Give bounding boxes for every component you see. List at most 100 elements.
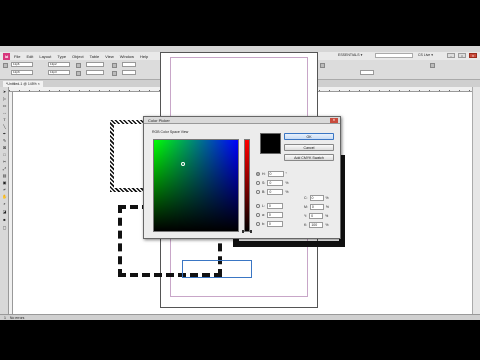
menu-edit[interactable]: Edit xyxy=(26,54,33,59)
free-transform-tool-icon[interactable]: ⤢ xyxy=(1,166,8,171)
corner-size-field[interactable] xyxy=(360,70,374,75)
lab-b-radio[interactable] xyxy=(256,222,260,226)
scale-icon[interactable] xyxy=(76,63,81,68)
brightness-radio[interactable] xyxy=(256,190,260,194)
maximize-icon[interactable]: □ xyxy=(458,53,466,58)
current-color-swatch xyxy=(260,133,281,154)
minimize-icon[interactable]: – xyxy=(447,53,455,58)
gradient-tool-icon[interactable]: ▤ xyxy=(1,173,8,178)
selection-bounding-box[interactable] xyxy=(182,260,252,278)
status-bar: 1 No errors xyxy=(0,314,480,320)
color-field-marker[interactable] xyxy=(181,162,185,166)
page-number[interactable]: 1 xyxy=(4,316,6,320)
cyan-unit: % xyxy=(325,196,329,200)
menu-view[interactable]: View xyxy=(105,54,114,59)
vertical-scrollbar[interactable] xyxy=(472,87,480,314)
shear-icon[interactable] xyxy=(112,71,117,76)
corner-icon[interactable] xyxy=(320,63,325,68)
magenta-row: M: 0 % xyxy=(304,204,329,210)
y-position-field[interactable]: 12p6 xyxy=(11,70,33,75)
yellow-unit: % xyxy=(325,214,329,218)
brightness-field[interactable]: 0 xyxy=(267,189,284,195)
shear-field[interactable] xyxy=(122,70,136,75)
magenta-label: M: xyxy=(304,205,308,209)
workspace-switcher[interactable]: ESSENTIALS ▾ xyxy=(338,53,362,57)
line-tool-icon[interactable]: ╲ xyxy=(1,124,8,129)
menu-layout[interactable]: Layout xyxy=(39,54,51,59)
width-field[interactable]: 13p2 xyxy=(48,62,70,67)
saturation-label: S: xyxy=(262,181,266,185)
note-tool-icon[interactable]: ▣ xyxy=(1,180,8,185)
lab-a-row: a: 0 xyxy=(256,212,283,218)
search-input[interactable] xyxy=(375,53,413,58)
brightness-row: B: 0 % xyxy=(256,189,288,195)
tools-panel: ➤ ▷ ▭ ↔ T ╲ ✒ ✎ ⊠ □ ✂ ⤢ ▤ ▣ ⌿ ✋ ⌕ ◪ ■ ▢ xyxy=(0,87,9,314)
hue-slider[interactable] xyxy=(244,139,250,232)
preflight-status[interactable]: No errors xyxy=(10,316,25,320)
hue-unit: ° xyxy=(285,172,287,176)
hand-tool-icon[interactable]: ✋ xyxy=(1,194,8,199)
ok-button[interactable]: OK xyxy=(284,133,334,140)
zoom-tool-icon[interactable]: ⌕ xyxy=(1,201,8,206)
direct-selection-tool-icon[interactable]: ▷ xyxy=(1,96,8,101)
yellow-label: Y: xyxy=(304,214,308,218)
rectangle-tool-icon[interactable]: □ xyxy=(1,152,8,157)
black-field[interactable]: 100 xyxy=(309,222,324,228)
saturation-unit: % xyxy=(285,181,289,185)
dialog-title: Color Picker xyxy=(144,117,340,124)
brightness-label: B: xyxy=(262,190,266,194)
hue-field[interactable]: 0 xyxy=(267,171,284,177)
gap-tool-icon[interactable]: ↔ xyxy=(1,110,8,115)
page-tool-icon[interactable]: ▭ xyxy=(1,103,8,108)
apply-color-icon[interactable]: ■ xyxy=(1,217,8,222)
eyedropper-tool-icon[interactable]: ⌿ xyxy=(1,187,8,192)
rectangle-frame-tool-icon[interactable]: ⊠ xyxy=(1,145,8,150)
view-mode-icon[interactable]: ▢ xyxy=(1,225,8,230)
color-field[interactable] xyxy=(153,139,239,232)
lab-l-label: L: xyxy=(262,204,265,208)
close-icon[interactable]: ✕ xyxy=(469,53,477,58)
menu-type[interactable]: Type xyxy=(57,54,66,59)
saturation-radio[interactable] xyxy=(256,181,260,185)
hue-radio[interactable] xyxy=(256,172,260,176)
cancel-button[interactable]: Cancel xyxy=(284,144,334,151)
scissors-tool-icon[interactable]: ✂ xyxy=(1,159,8,164)
type-tool-icon[interactable]: T xyxy=(1,117,8,122)
pencil-tool-icon[interactable]: ✎ xyxy=(1,138,8,143)
lab-a-field[interactable]: 0 xyxy=(266,212,283,218)
lab-l-field[interactable]: 0 xyxy=(266,203,283,209)
reference-point-icon[interactable] xyxy=(3,63,8,68)
panel-menu-icon[interactable] xyxy=(430,63,435,68)
hue-label: H: xyxy=(262,172,266,176)
lab-b-field[interactable]: 0 xyxy=(266,221,283,227)
x-position-field[interactable]: 11p6 xyxy=(11,62,33,67)
menu-window[interactable]: Window xyxy=(120,54,134,59)
fill-stroke-icon[interactable]: ◪ xyxy=(1,209,8,214)
scale-y-field[interactable] xyxy=(86,70,104,75)
menu-help[interactable]: Help xyxy=(140,54,148,59)
rotate-icon[interactable] xyxy=(112,63,117,68)
yellow-field[interactable]: 0 xyxy=(309,213,324,219)
magenta-field[interactable]: 0 xyxy=(309,204,324,210)
lab-l-radio[interactable] xyxy=(256,204,260,208)
saturation-field[interactable]: 0 xyxy=(267,180,284,186)
menu-table[interactable]: Table xyxy=(90,54,100,59)
scale-x-field[interactable] xyxy=(86,62,104,67)
lab-a-radio[interactable] xyxy=(256,213,260,217)
menu-object[interactable]: Object xyxy=(72,54,84,59)
close-icon[interactable]: ✕ xyxy=(330,118,338,123)
cyan-field[interactable]: 0 xyxy=(309,195,324,201)
selection-tool-icon[interactable]: ➤ xyxy=(1,89,8,94)
add-swatch-button[interactable]: Add CMYK Swatch xyxy=(284,154,334,161)
window-controls: – □ ✕ xyxy=(447,53,477,58)
rotation-field[interactable] xyxy=(122,62,136,67)
menu-file[interactable]: File xyxy=(14,54,20,59)
yellow-row: Y: 0 % xyxy=(304,213,328,219)
slider-thumb[interactable] xyxy=(242,230,252,233)
lab-a-label: a: xyxy=(262,213,265,217)
height-field[interactable]: 13p3 xyxy=(48,70,70,75)
scale-icon[interactable] xyxy=(76,71,81,76)
cs-live-button[interactable]: CS Live ▾ xyxy=(418,53,433,57)
lab-b-label: b: xyxy=(262,222,265,226)
pen-tool-icon[interactable]: ✒ xyxy=(1,131,8,136)
